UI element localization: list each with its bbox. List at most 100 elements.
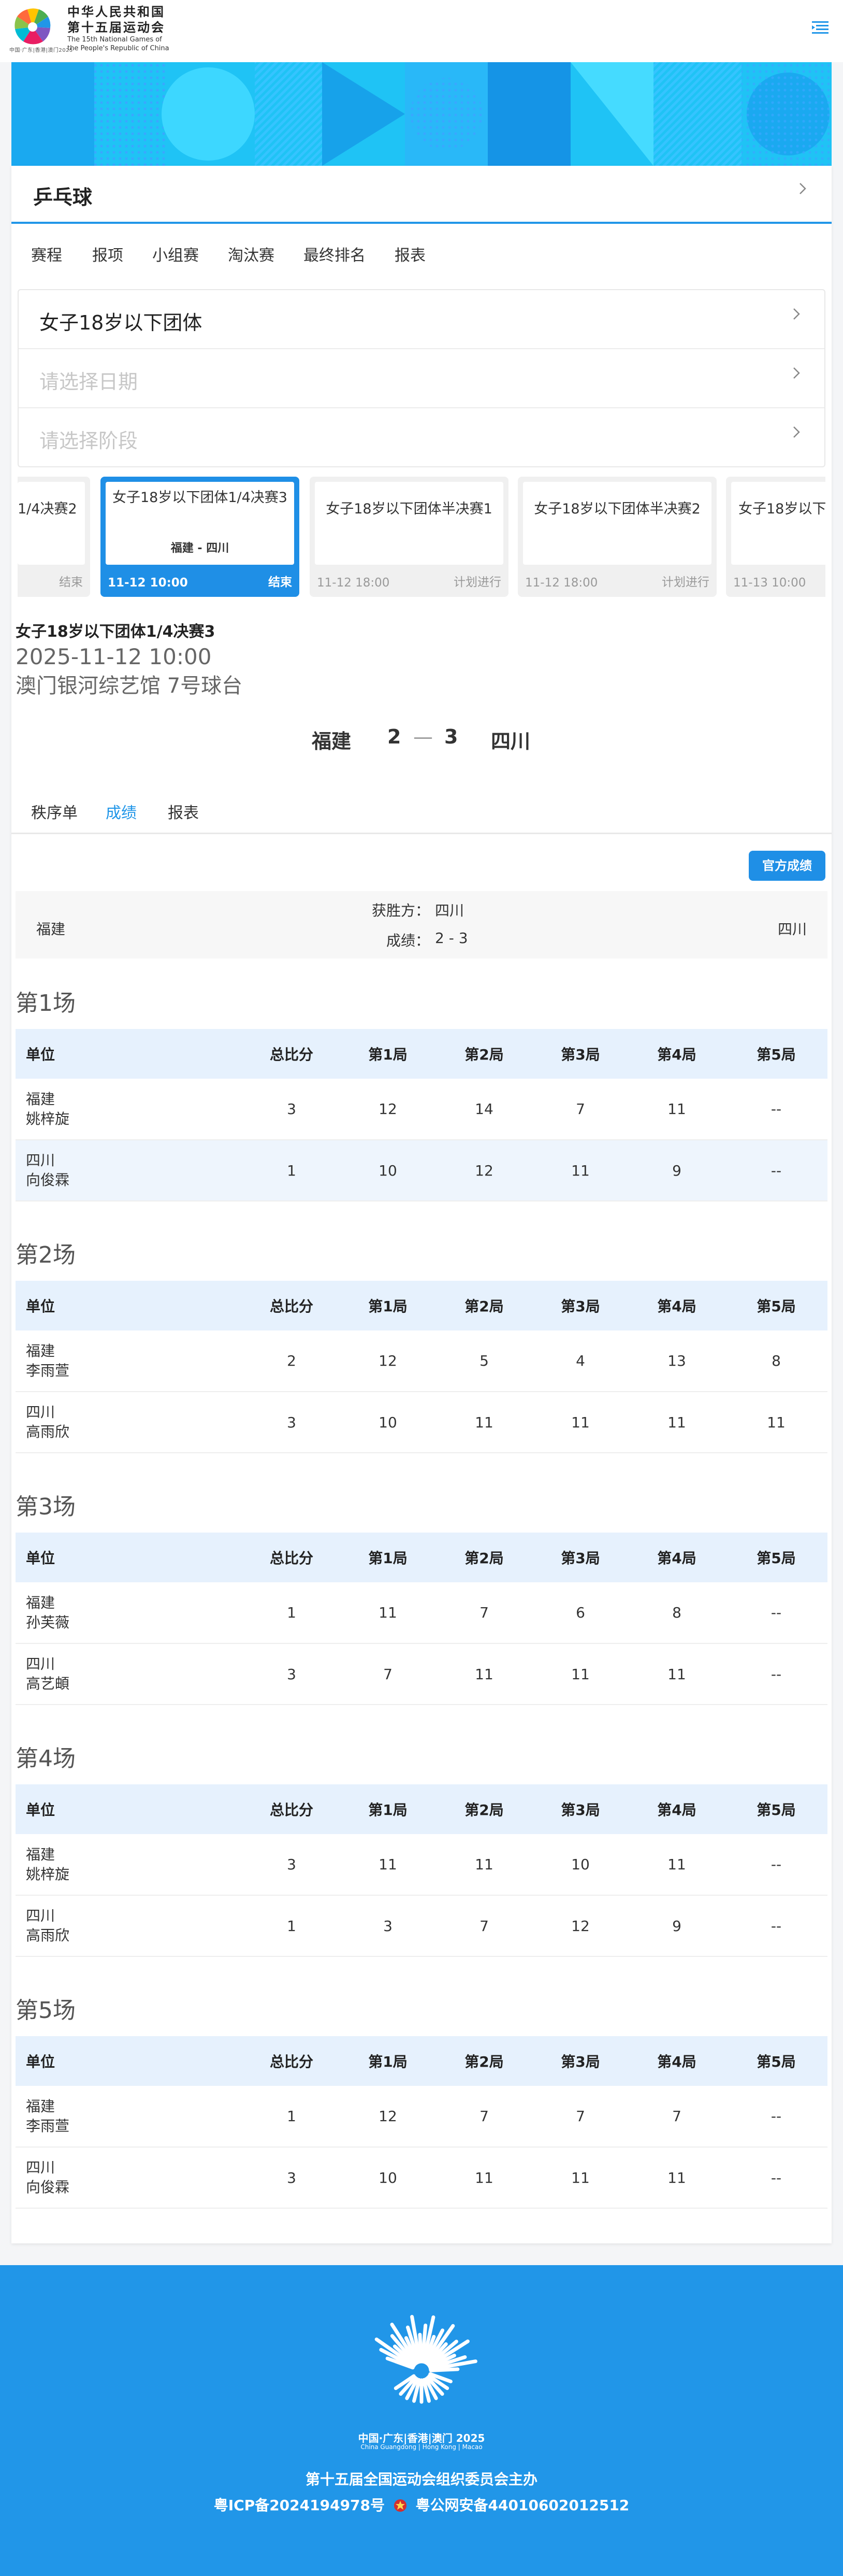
tab-knockout[interactable]: 淘汰赛 xyxy=(228,242,274,265)
column-header: 第5局 xyxy=(725,1784,827,1834)
match-card[interactable]: 女子18岁以下团体半决赛1 11-12 18:00 计划进行 xyxy=(310,477,508,597)
set-score-cell: 10 xyxy=(340,1140,436,1201)
match-venue: 澳门银河综艺馆 7号球台 xyxy=(16,674,243,698)
game-result-table: 单位 总比分 第1局 第2局 第3局 第4局 第5局 福建 李雨萱 1 12 7 7 7 -- 四川 向俊霖 3 1… xyxy=(16,2036,827,2209)
column-header: 单位 xyxy=(16,1784,243,1834)
table-row: 福建 姚梓旋 3 12 14 7 11 -- xyxy=(16,1079,827,1140)
set-score-cell: -- xyxy=(725,2147,827,2209)
player-name: 孙芙薇 xyxy=(26,1613,70,1631)
match-card-carousel[interactable]: 1/4决赛2 结束 女子18岁以下团体1/4决赛3 福建 - 四川 11-12 … xyxy=(18,477,825,601)
match-card-time: 11-12 10:00 xyxy=(108,576,188,590)
unit-cell: 福建 李雨萱 xyxy=(16,2086,243,2148)
set-score-cell: 10 xyxy=(532,1834,629,1896)
column-header: 单位 xyxy=(16,1029,243,1079)
match-info: 女子18岁以下团体1/4决赛3 2025-11-12 10:00 澳门银河综艺馆… xyxy=(16,622,242,700)
sport-selector[interactable]: 乒乓球 xyxy=(11,166,832,224)
total-score-cell: 3 xyxy=(243,1643,340,1705)
match-card-name: 女子18岁以下团体半决赛1 xyxy=(326,501,492,517)
stage-selector[interactable]: 请选择阶段 xyxy=(19,408,824,467)
column-header: 第1局 xyxy=(340,1281,436,1330)
column-header: 第5局 xyxy=(725,1281,827,1330)
games-logo-icon[interactable] xyxy=(11,3,54,46)
set-score-cell: 11 xyxy=(629,1392,725,1453)
player-name: 姚梓旋 xyxy=(26,1110,70,1127)
official-results-button[interactable]: 官方成绩 xyxy=(749,851,825,881)
police-registration-link[interactable]: 粤公网安备44010602012512 xyxy=(416,2497,630,2514)
icp-link[interactable]: 粤ICP备2024194978号 xyxy=(214,2497,385,2514)
set-score-cell: -- xyxy=(725,1643,827,1705)
table-row: 四川 向俊霖 1 10 12 11 9 -- xyxy=(16,1140,827,1201)
column-header: 第3局 xyxy=(532,1029,629,1079)
games-name-en-2: the People's Republic of China xyxy=(67,45,169,52)
team-b-score: 3 xyxy=(444,725,458,748)
player-name: 向俊霖 xyxy=(26,1171,70,1189)
set-score-cell: 11 xyxy=(436,1392,532,1453)
match-card[interactable]: 女子18岁以下团 11-13 10:00 xyxy=(726,477,825,597)
set-score-cell: 8 xyxy=(725,1330,827,1392)
set-score-cell: 11 xyxy=(532,1140,629,1201)
set-score-cell: -- xyxy=(725,1140,827,1201)
set-score-cell: 9 xyxy=(629,1140,725,1201)
game-result-table: 单位 总比分 第1局 第2局 第3局 第4局 第5局 福建 李雨萱 2 12 5 4 13 8 四川 高雨欣 3 1… xyxy=(16,1281,827,1453)
column-header: 第1局 xyxy=(340,1784,436,1834)
game-result-table: 单位 总比分 第1局 第2局 第3局 第4局 第5局 福建 孙芙薇 1 11 7 6 8 -- 四川 高艺頔 3 7… xyxy=(16,1533,827,1705)
column-header: 总比分 xyxy=(243,2036,340,2086)
logo-subtitle: 中国·广东|香港|澳门2025 xyxy=(9,48,73,53)
subtab-order-sheet[interactable]: 秩序单 xyxy=(31,800,78,823)
match-card-name: 女子18岁以下团 xyxy=(738,501,825,517)
event-selector[interactable]: 女子18岁以下团体 xyxy=(19,290,824,349)
team-b-name: 四川 xyxy=(491,730,531,753)
menu-icon[interactable] xyxy=(809,17,832,39)
set-score-cell: 8 xyxy=(629,1582,725,1644)
table-row: 福建 姚梓旋 3 11 11 10 11 -- xyxy=(16,1834,827,1896)
footer-organizer: 第十五届全国运动会组织委员会主办 xyxy=(305,2471,537,2488)
set-score-cell: 11 xyxy=(629,1079,725,1140)
event-value: 女子18岁以下团体 xyxy=(39,311,202,334)
match-summary: 福建 获胜方： 四川 成绩： 2 - 3 四川 xyxy=(16,891,827,958)
subtab-results[interactable]: 成绩 xyxy=(106,800,137,823)
date-selector[interactable]: 请选择日期 xyxy=(19,349,824,408)
set-score-cell: 7 xyxy=(436,1582,532,1644)
game-title: 第3场 xyxy=(16,1494,76,1520)
column-header: 总比分 xyxy=(243,1533,340,1582)
column-header: 第2局 xyxy=(436,1281,532,1330)
match-card-body xyxy=(315,482,503,565)
match-card-time: 11-12 18:00 xyxy=(317,576,390,590)
match-card-status: 计划进行 xyxy=(662,576,709,589)
table-header-row: 单位 总比分 第1局 第2局 第3局 第4局 第5局 xyxy=(16,2036,827,2086)
tab-entries[interactable]: 报项 xyxy=(92,242,123,265)
score-label: 成绩： xyxy=(386,932,430,949)
team-name: 福建 xyxy=(26,1342,55,1359)
tab-schedule[interactable]: 赛程 xyxy=(31,242,62,265)
column-header: 第3局 xyxy=(532,1281,629,1330)
total-score-cell: 3 xyxy=(243,1079,340,1140)
score-value: 2 - 3 xyxy=(435,929,468,947)
tab-group-stage[interactable]: 小组赛 xyxy=(152,242,199,265)
match-card-active[interactable]: 女子18岁以下团体1/4决赛3 福建 - 四川 11-12 10:00 结束 xyxy=(100,477,299,597)
tab-final-ranking[interactable]: 最终排名 xyxy=(303,242,366,265)
column-header: 第1局 xyxy=(340,1029,436,1079)
set-score-cell: -- xyxy=(725,1079,827,1140)
match-card[interactable]: 女子18岁以下团体半决赛2 11-12 18:00 计划进行 xyxy=(518,477,717,597)
column-header: 第4局 xyxy=(629,1029,725,1079)
main-card: 乒乓球 赛程 报项 小组赛 淘汰赛 最终排名 报表 女子18岁以下团体 请选择日… xyxy=(11,166,832,2243)
subtab-reports[interactable]: 报表 xyxy=(168,800,199,823)
set-score-cell: 11 xyxy=(629,1643,725,1705)
unit-cell: 福建 姚梓旋 xyxy=(16,1079,243,1140)
footer-logo-en: China Guangdong | Hong Kong | Macao xyxy=(360,2443,483,2451)
player-name: 向俊霖 xyxy=(26,2179,70,2196)
column-header: 第2局 xyxy=(436,1029,532,1079)
match-card[interactable]: 1/4决赛2 结束 xyxy=(18,477,90,597)
set-score-cell: 14 xyxy=(436,1079,532,1140)
column-header: 总比分 xyxy=(243,1784,340,1834)
column-header: 第1局 xyxy=(340,2036,436,2086)
tab-reports[interactable]: 报表 xyxy=(395,242,426,265)
set-score-cell: 12 xyxy=(436,1140,532,1201)
match-card-time: 11-12 18:00 xyxy=(525,576,598,590)
decorative-banner xyxy=(11,62,832,166)
total-score-cell: 1 xyxy=(243,2086,340,2148)
column-header: 总比分 xyxy=(243,1029,340,1079)
set-score-cell: -- xyxy=(725,1582,827,1644)
game-result-table: 单位 总比分 第1局 第2局 第3局 第4局 第5局 福建 姚梓旋 3 12 14 7 11 -- 四川 向俊霖… xyxy=(16,1029,827,1201)
game-title: 第1场 xyxy=(16,990,76,1017)
